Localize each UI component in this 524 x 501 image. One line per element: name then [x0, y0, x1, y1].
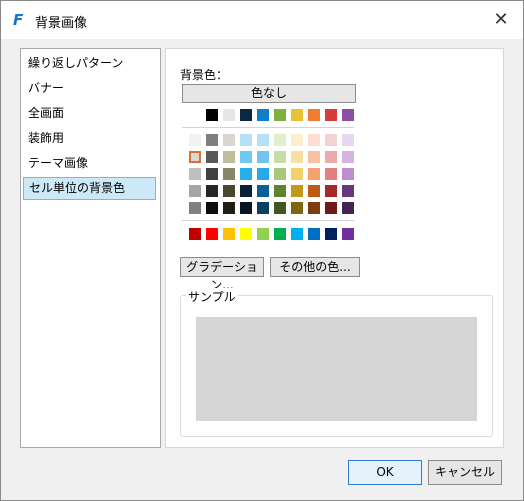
color-swatch[interactable] — [257, 185, 269, 197]
color-swatch[interactable] — [257, 134, 269, 146]
close-icon[interactable]: ✕ — [489, 8, 513, 32]
color-swatch[interactable] — [240, 168, 252, 180]
color-swatch[interactable] — [308, 228, 320, 240]
color-swatch[interactable] — [223, 202, 235, 214]
title-bar: F 背景画像 ✕ — [1, 1, 523, 39]
nav-item[interactable]: 装飾用 — [23, 127, 156, 150]
color-swatch[interactable] — [291, 228, 303, 240]
cancel-button[interactable]: キャンセル — [428, 460, 502, 485]
color-swatch[interactable] — [291, 185, 303, 197]
no-color-button[interactable]: 色なし — [182, 84, 356, 103]
color-swatch[interactable] — [206, 134, 218, 146]
color-swatch[interactable] — [223, 151, 235, 163]
color-swatch[interactable] — [189, 168, 201, 180]
color-swatch[interactable] — [291, 168, 303, 180]
color-swatch[interactable] — [223, 109, 235, 121]
color-swatch[interactable] — [240, 151, 252, 163]
color-swatch[interactable] — [240, 134, 252, 146]
color-swatch[interactable] — [223, 168, 235, 180]
color-swatch[interactable] — [342, 109, 354, 121]
color-swatch[interactable] — [240, 228, 252, 240]
color-swatch[interactable] — [257, 168, 269, 180]
color-swatch[interactable] — [189, 202, 201, 214]
other-colors-button[interactable]: その他の色... — [270, 257, 360, 277]
color-swatch[interactable] — [274, 109, 286, 121]
color-swatch[interactable] — [325, 228, 337, 240]
color-swatch[interactable] — [189, 185, 201, 197]
sample-preview — [196, 317, 477, 421]
color-swatch[interactable] — [274, 185, 286, 197]
color-swatch[interactable] — [189, 109, 201, 121]
sample-label: サンプル — [186, 288, 238, 305]
palette-divider — [182, 220, 354, 221]
nav-item[interactable]: 繰り返しパターン — [23, 52, 156, 75]
color-swatch[interactable] — [206, 185, 218, 197]
color-swatch[interactable] — [308, 151, 320, 163]
palette-divider — [182, 127, 354, 128]
color-swatch[interactable] — [206, 228, 218, 240]
color-swatch[interactable] — [274, 168, 286, 180]
ok-button[interactable]: OK — [348, 460, 422, 485]
color-swatch[interactable] — [291, 151, 303, 163]
color-swatch[interactable] — [308, 168, 320, 180]
color-swatch[interactable] — [206, 202, 218, 214]
color-swatch[interactable] — [291, 134, 303, 146]
color-swatch[interactable] — [223, 185, 235, 197]
color-swatch[interactable] — [342, 185, 354, 197]
color-swatch[interactable] — [325, 151, 337, 163]
nav-item[interactable]: バナー — [23, 77, 156, 100]
nav-item[interactable]: セル単位の背景色 — [23, 177, 156, 200]
category-list: 繰り返しパターン バナー 全画面 装飾用 テーマ画像 セル単位の背景色 — [20, 48, 161, 448]
color-swatch[interactable] — [274, 228, 286, 240]
window-title: 背景画像 — [35, 16, 88, 31]
color-swatch[interactable] — [257, 228, 269, 240]
color-swatch[interactable] — [342, 202, 354, 214]
color-swatch[interactable] — [206, 109, 218, 121]
color-swatch[interactable] — [206, 168, 218, 180]
nav-item[interactable]: テーマ画像 — [23, 152, 156, 175]
color-swatch[interactable] — [240, 185, 252, 197]
color-swatch[interactable] — [308, 185, 320, 197]
color-swatch[interactable] — [206, 151, 218, 163]
color-swatch[interactable] — [240, 202, 252, 214]
color-swatch[interactable] — [223, 228, 235, 240]
color-swatch[interactable] — [257, 202, 269, 214]
color-swatch[interactable] — [291, 202, 303, 214]
color-swatch[interactable] — [189, 228, 201, 240]
color-swatch[interactable] — [342, 134, 354, 146]
color-swatch[interactable] — [291, 109, 303, 121]
color-swatch[interactable] — [257, 151, 269, 163]
color-swatch[interactable] — [342, 151, 354, 163]
color-swatch[interactable] — [325, 185, 337, 197]
color-swatch[interactable] — [325, 109, 337, 121]
app-f-icon: F — [13, 11, 24, 29]
color-swatch[interactable] — [274, 151, 286, 163]
color-swatch[interactable] — [308, 134, 320, 146]
color-swatch[interactable] — [342, 168, 354, 180]
color-swatch[interactable] — [257, 109, 269, 121]
gradation-button[interactable]: グラデーション... — [180, 257, 264, 292]
color-swatch[interactable] — [325, 202, 337, 214]
color-swatch[interactable] — [240, 109, 252, 121]
bg-color-label: 背景色： — [180, 68, 229, 82]
color-swatch[interactable] — [274, 134, 286, 146]
color-swatch[interactable] — [274, 202, 286, 214]
color-swatch[interactable] — [189, 134, 201, 146]
nav-item[interactable]: 全画面 — [23, 102, 156, 125]
color-swatch[interactable] — [325, 168, 337, 180]
color-swatch[interactable] — [189, 151, 201, 163]
color-swatch[interactable] — [342, 228, 354, 240]
color-swatch[interactable] — [223, 134, 235, 146]
color-swatch[interactable] — [308, 109, 320, 121]
color-swatch[interactable] — [308, 202, 320, 214]
color-swatch[interactable] — [325, 134, 337, 146]
